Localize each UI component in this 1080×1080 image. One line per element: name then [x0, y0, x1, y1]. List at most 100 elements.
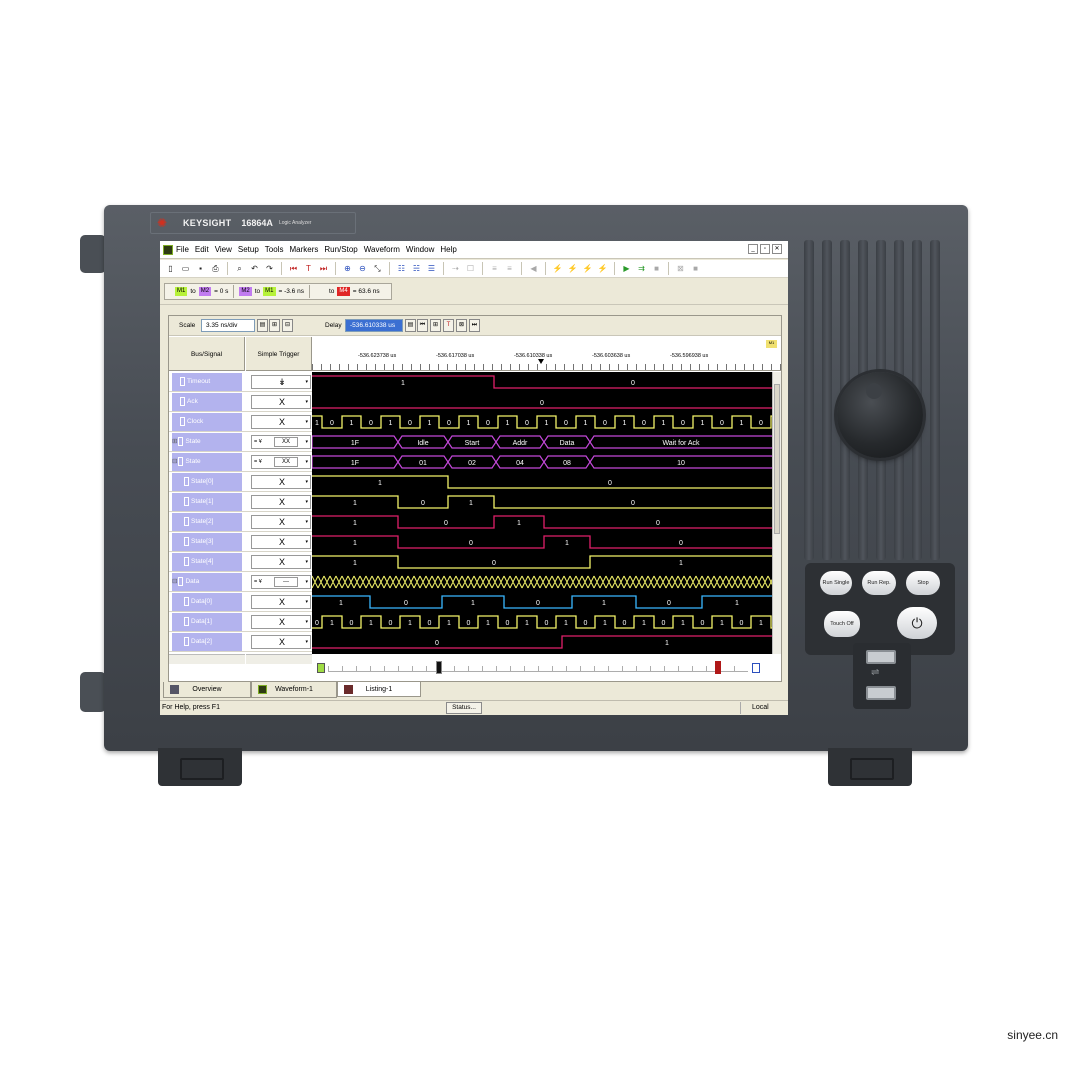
signal-row[interactable]: Timeout ↡ ▾: [169, 372, 312, 392]
marker-flag[interactable]: M1: [766, 340, 777, 348]
simple-trigger-header[interactable]: Simple Trigger: [246, 337, 312, 371]
menu-item[interactable]: Setup: [238, 245, 259, 254]
vertical-scrollbar[interactable]: [772, 372, 781, 654]
trigger-column-scrollbar[interactable]: [246, 654, 312, 664]
close-icon[interactable]: ✕: [772, 244, 782, 254]
tab-listing[interactable]: Listing-1: [337, 681, 421, 697]
dropdown-icon[interactable]: ▾: [305, 456, 308, 468]
properties-icon[interactable]: ☰: [426, 263, 437, 274]
signal-row[interactable]: State[1] X ▾: [169, 492, 312, 512]
trigger-selector[interactable]: = ¥ XX ▾: [251, 455, 311, 469]
signal-row[interactable]: ⊟ Data = ¥ --- ▾: [169, 572, 312, 592]
new-file-icon[interactable]: ▯: [165, 263, 176, 274]
menu-item[interactable]: Markers: [289, 245, 318, 254]
trigger-selector[interactable]: X ▾: [251, 635, 311, 649]
bus-signal-header[interactable]: Bus/Signal: [169, 337, 245, 371]
scale-input[interactable]: 3.35 ns/div: [201, 319, 255, 332]
scale-zoom-in-icon[interactable]: ⊞: [269, 319, 280, 332]
menu-item[interactable]: View: [215, 245, 232, 254]
signal-row[interactable]: Data[0] X ▾: [169, 592, 312, 612]
delay-marker-icon[interactable]: ⊞: [430, 319, 441, 332]
dropdown-icon[interactable]: ▾: [305, 436, 308, 448]
waveform-display[interactable]: 1 0 0 1 0 1 0 1 0 1 0 1 0 1 0 1 0 1 0 1 0 1 0 1 0 1 0 1F Idle Start Ad…: [312, 372, 772, 654]
delay-begin-icon[interactable]: ⏮: [417, 319, 428, 332]
dropdown-icon[interactable]: ▾: [305, 516, 308, 528]
find-icon[interactable]: ⌕: [234, 263, 245, 274]
scale-zoom-out-icon[interactable]: ⊟: [282, 319, 293, 332]
bus-column-scrollbar[interactable]: [169, 654, 245, 664]
find-next-icon[interactable]: ↷: [264, 263, 275, 274]
timeline-start-icon[interactable]: [317, 663, 325, 673]
run-repetitive-button[interactable]: Run Rep.: [862, 571, 896, 595]
signal-name-cell[interactable]: Clock: [172, 413, 242, 431]
delay-center-icon[interactable]: ⊠: [456, 319, 467, 332]
delay-menu-icon[interactable]: ▤: [405, 319, 416, 332]
power-icon[interactable]: ⏻: [897, 607, 937, 639]
trigger-selector[interactable]: X ▾: [251, 595, 311, 609]
zoom-out-icon[interactable]: ⊖: [357, 263, 368, 274]
overview-timeline[interactable]: [312, 656, 781, 680]
dropdown-icon[interactable]: ▾: [305, 636, 308, 648]
signal-row[interactable]: State[2] X ▾: [169, 512, 312, 532]
delay-end-icon[interactable]: ⏭: [469, 319, 480, 332]
usb-port-bottom[interactable]: [866, 686, 896, 700]
menu-item[interactable]: Window: [406, 245, 434, 254]
marker-next-icon[interactable]: ⚡: [567, 263, 578, 274]
signal-row[interactable]: ⊞ State = ¥ XX ▾: [169, 432, 312, 452]
trigger-selector[interactable]: X ▾: [251, 395, 311, 409]
marker-prev-icon[interactable]: ⚡: [582, 263, 593, 274]
signal-row[interactable]: Clock X ▾: [169, 412, 312, 432]
signal-row[interactable]: Ack X ▾: [169, 392, 312, 412]
status-button[interactable]: Status...: [446, 702, 482, 714]
signal-name-cell[interactable]: State[2]: [172, 513, 242, 531]
run-single-button[interactable]: Run Single: [820, 571, 852, 595]
save-icon[interactable]: ▪: [195, 263, 206, 274]
tree-toggle-icon[interactable]: ⊟: [172, 578, 177, 585]
dropdown-icon[interactable]: ▾: [305, 596, 308, 608]
dropdown-icon[interactable]: ▾: [305, 476, 308, 488]
stop-icon[interactable]: ■: [651, 263, 662, 274]
run-icon[interactable]: ▶: [621, 263, 632, 274]
marker-m1-badge[interactable]: M1: [175, 287, 188, 296]
signal-name-cell[interactable]: Data[1]: [172, 613, 242, 631]
signal-name-cell[interactable]: State[0]: [172, 473, 242, 491]
signal-row[interactable]: State[3] X ▾: [169, 532, 312, 552]
trigger-selector[interactable]: = ¥ XX ▾: [251, 435, 311, 449]
trigger-selector[interactable]: X ▾: [251, 535, 311, 549]
dropdown-icon[interactable]: ▾: [305, 536, 308, 548]
signal-name-cell[interactable]: ⊞ State: [172, 433, 242, 451]
cursor-icon[interactable]: ⤡: [372, 263, 383, 274]
bus-expand-icon[interactable]: ☷: [396, 263, 407, 274]
menu-item[interactable]: File: [176, 245, 189, 254]
speaker-icon[interactable]: ◀: [528, 263, 539, 274]
signal-name-cell[interactable]: Timeout: [172, 373, 242, 391]
signal-row[interactable]: State[0] X ▾: [169, 472, 312, 492]
go-to-end-icon[interactable]: ⏭: [318, 263, 329, 274]
open-file-icon[interactable]: ▭: [180, 263, 191, 274]
minimize-icon[interactable]: _: [748, 244, 758, 254]
tab-waveform[interactable]: Waveform-1: [251, 682, 337, 698]
signal-row[interactable]: Data[2] X ▾: [169, 632, 312, 652]
align-left-icon[interactable]: ≡: [489, 263, 500, 274]
signal-name-cell[interactable]: ⊟ Data: [172, 573, 242, 591]
signal-name-cell[interactable]: ⊟ State: [172, 453, 242, 471]
dropdown-icon[interactable]: ▾: [305, 376, 308, 388]
tab-overview[interactable]: Overview: [163, 682, 251, 698]
marker-m4-badge[interactable]: M4: [337, 287, 350, 296]
dropdown-icon[interactable]: ▾: [305, 396, 308, 408]
trigger-selector[interactable]: X ▾: [251, 615, 311, 629]
delay-trigger-icon[interactable]: T: [443, 319, 454, 332]
scale-menu-icon[interactable]: ▤: [257, 319, 268, 332]
trigger-operator[interactable]: = ¥: [254, 576, 262, 588]
tree-toggle-icon[interactable]: ⊟: [172, 458, 177, 465]
marker-m1-badge-2[interactable]: M1: [263, 287, 276, 296]
marker-place-icon[interactable]: ⚡: [552, 263, 563, 274]
signal-name-cell[interactable]: State[3]: [172, 533, 242, 551]
menu-item[interactable]: Run/Stop: [324, 245, 357, 254]
trigger-selector[interactable]: = ¥ --- ▾: [251, 575, 311, 589]
signal-row[interactable]: State[4] X ▾: [169, 552, 312, 572]
dropdown-icon[interactable]: ▾: [305, 416, 308, 428]
dropdown-icon[interactable]: ▾: [305, 576, 308, 588]
timeline-end-icon[interactable]: [752, 663, 760, 673]
zoom-in-icon[interactable]: ⊕: [342, 263, 353, 274]
